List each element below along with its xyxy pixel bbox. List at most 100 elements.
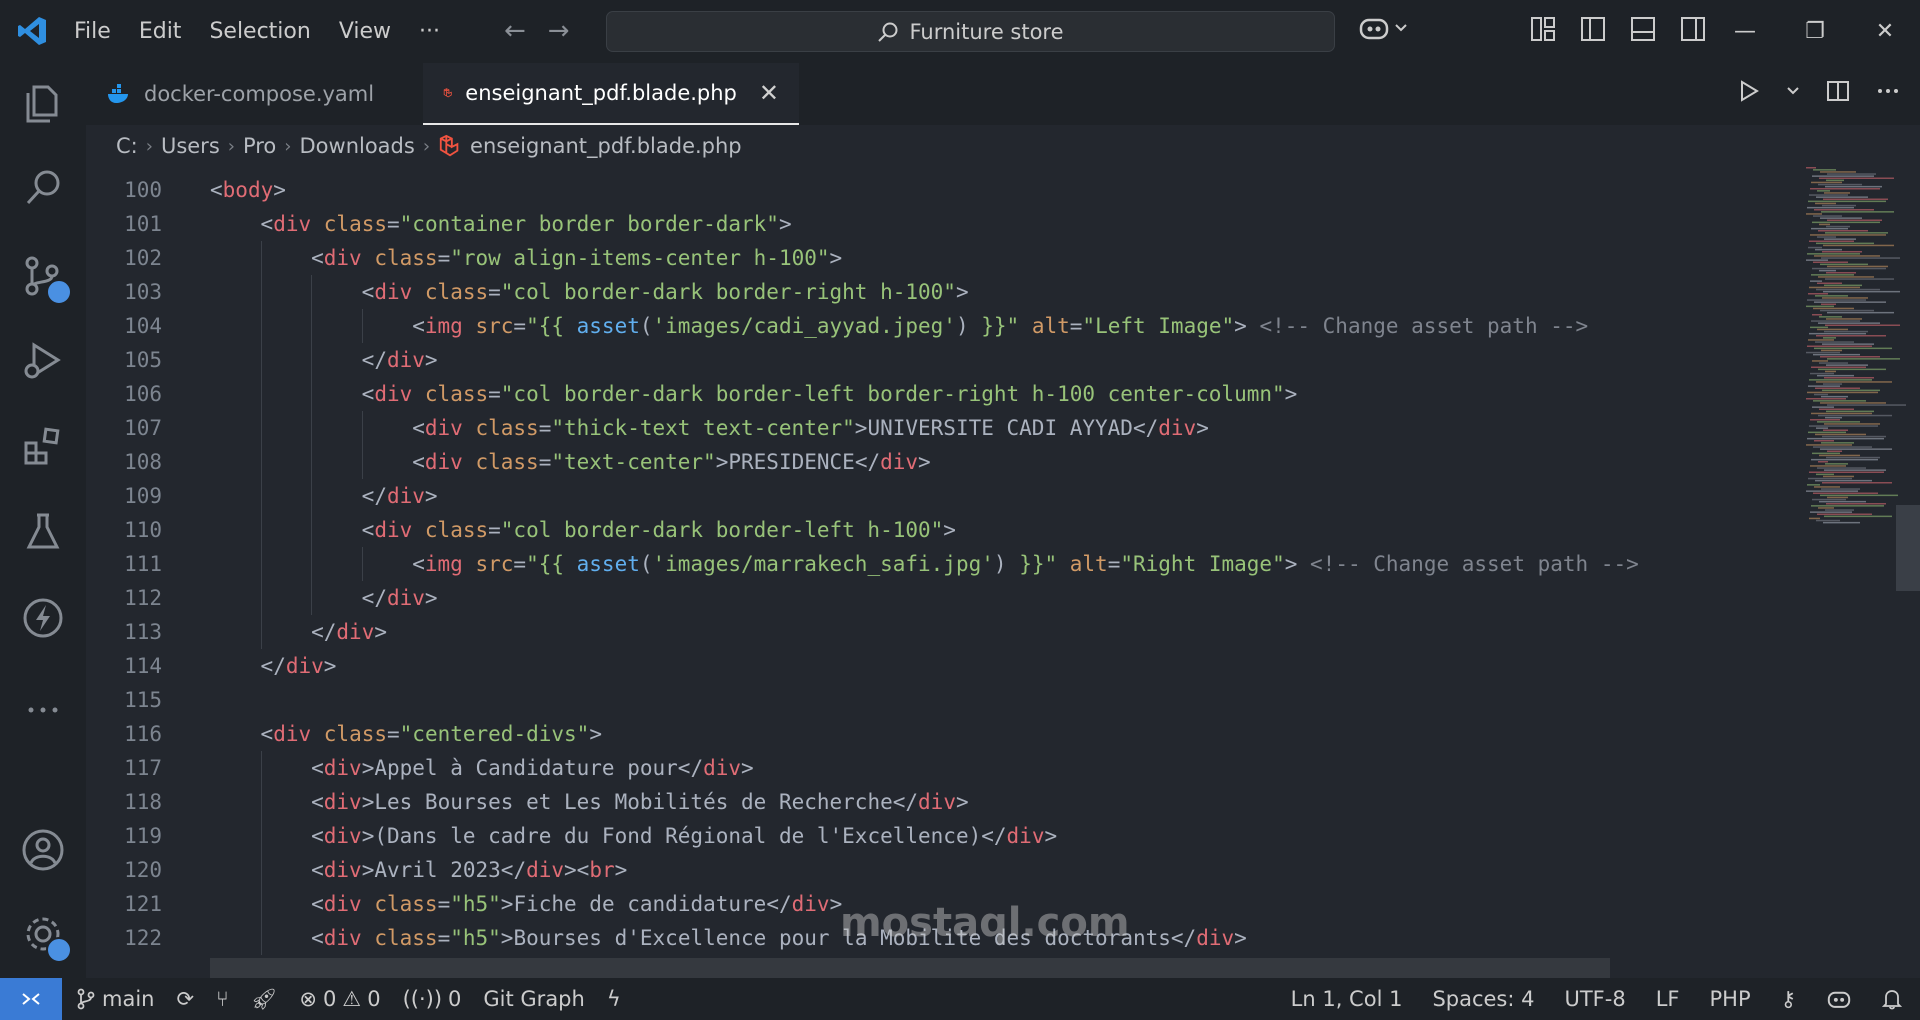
minimize-button[interactable]: — <box>1710 0 1780 63</box>
minimap-line <box>1807 299 1866 301</box>
code-line[interactable]: 112 </div> <box>86 581 1786 615</box>
split-editor-icon[interactable] <box>1826 79 1850 103</box>
code-token: class <box>412 518 489 542</box>
breadcrumb-item[interactable]: Users <box>161 134 220 158</box>
code-token: </ <box>766 892 792 916</box>
code-line[interactable]: 106 <div class="col border-dark border-le… <box>86 377 1786 411</box>
code-token: "h5" <box>450 892 501 916</box>
menu-selection[interactable]: Selection <box>195 19 324 44</box>
code-line[interactable]: 105 </div> <box>86 343 1786 377</box>
menu-edit[interactable]: Edit <box>125 19 196 44</box>
language-mode[interactable]: PHP <box>1709 987 1750 1011</box>
code-line[interactable]: 115 <box>86 683 1786 717</box>
close-icon[interactable]: ✕ <box>759 79 779 107</box>
menu-file[interactable]: File <box>60 19 125 44</box>
code-token: < <box>361 382 375 406</box>
horizontal-scrollbar[interactable] <box>210 958 1610 978</box>
code-line[interactable]: 104 <img src="{{ asset('images/cadi_ayyad… <box>86 309 1786 343</box>
indent-guide <box>260 921 262 955</box>
end-of-line[interactable]: LF <box>1656 987 1680 1011</box>
source-control-graph-icon[interactable]: ⑂ <box>216 987 229 1011</box>
code-line[interactable]: 100 <body> <box>86 173 1786 207</box>
more-views-button[interactable] <box>18 685 68 735</box>
key-icon[interactable]: ⚷ <box>1781 987 1796 1011</box>
line-number: 118 <box>124 790 162 814</box>
code-token: div <box>880 450 919 474</box>
testing-button[interactable] <box>18 507 68 557</box>
remote-indicator-button[interactable] <box>0 978 62 1020</box>
chevron-down-icon[interactable] <box>1786 86 1800 96</box>
code-line[interactable]: 107 <div class="thick-text text-center">U… <box>86 411 1786 445</box>
code-line[interactable]: 113 </div> <box>86 615 1786 649</box>
minimap[interactable] <box>1786 167 1920 978</box>
problems-status[interactable]: ⊗ 0 ⚠ 0 <box>299 987 380 1011</box>
run-debug-button[interactable] <box>18 335 68 385</box>
accounts-button[interactable] <box>18 825 68 875</box>
vertical-scrollbar-thumb[interactable] <box>1896 505 1920 591</box>
vscode-logo-icon[interactable] <box>16 15 48 47</box>
rocket-icon[interactable]: 🚀︎ <box>251 987 278 1012</box>
copilot-icon[interactable] <box>1826 988 1852 1010</box>
toggle-panel-icon[interactable] <box>1630 16 1656 42</box>
menu-more[interactable]: ··· <box>405 19 454 44</box>
sync-icon[interactable]: ⟳ <box>176 987 194 1011</box>
minimap-line <box>1827 404 1906 406</box>
cursor-position[interactable]: Ln 1, Col 1 <box>1291 987 1403 1011</box>
breadcrumb-item[interactable]: Downloads <box>300 134 415 158</box>
code-token: div <box>323 892 362 916</box>
minimap-line <box>1824 377 1874 379</box>
manage-button[interactable] <box>18 909 72 963</box>
indent-guide <box>311 445 313 479</box>
code-line[interactable]: 102 <div class="row align-items-center h-… <box>86 241 1786 275</box>
thunder-client-button[interactable] <box>18 593 68 643</box>
more-actions-icon[interactable] <box>1876 79 1900 103</box>
minimap-line <box>1810 326 1828 329</box>
customize-layout-icon[interactable] <box>1530 16 1556 42</box>
extensions-button[interactable] <box>18 421 68 471</box>
code-line[interactable]: 116 <div class="centered-divs"> <box>86 717 1786 751</box>
minimap-line <box>1821 395 1848 398</box>
search-view-button[interactable] <box>18 163 68 213</box>
tab-docker-compose[interactable]: docker-compose.yaml <box>86 63 423 125</box>
code-line[interactable]: 114 </div> <box>86 649 1786 683</box>
breadcrumb-item[interactable]: enseignant_pdf.blade.php <box>470 134 742 158</box>
code-editor[interactable]: 100 <body> 101 <div class="container border… <box>86 167 1920 978</box>
encoding[interactable]: UTF-8 <box>1564 987 1625 1011</box>
menu-view[interactable]: View <box>325 19 405 44</box>
code-line[interactable]: 120 <div>Avril 2023</div><br> <box>86 853 1786 887</box>
code-token: ) <box>993 552 1007 576</box>
code-line[interactable]: 119 <div>(Dans le cadre du Fond Régional … <box>86 819 1786 853</box>
broadcast-icon: ((·)) <box>402 987 443 1011</box>
code-token: < <box>311 824 324 848</box>
command-center-search[interactable]: Furniture store <box>606 11 1335 52</box>
breadcrumb-item[interactable]: Pro <box>243 134 276 158</box>
source-control-button[interactable] <box>18 251 72 305</box>
back-arrow-icon[interactable]: ← <box>504 16 526 46</box>
run-icon[interactable] <box>1738 79 1760 103</box>
breadcrumb-item[interactable]: C: <box>116 134 138 158</box>
code-line[interactable]: 110 <div class="col border-dark border-le… <box>86 513 1786 547</box>
explorer-button[interactable] <box>18 79 68 129</box>
indentation[interactable]: Spaces: 4 <box>1432 987 1534 1011</box>
code-line[interactable]: 118 <div>Les Bourses et Les Mobilités de … <box>86 785 1786 819</box>
toggle-secondary-sidebar-icon[interactable] <box>1680 16 1706 42</box>
restore-button[interactable]: ❐ <box>1780 0 1850 63</box>
code-line[interactable]: 111 <img src="{{ asset('images/marrakech_… <box>86 547 1786 581</box>
code-text: <div class="col border-dark border-left … <box>362 377 1298 411</box>
git-graph-button[interactable]: Git Graph <box>483 987 584 1011</box>
lightning-icon[interactable]: ϟ <box>607 987 621 1011</box>
minimap-line <box>1822 389 1880 392</box>
branch-status[interactable]: main <box>76 987 154 1011</box>
close-window-button[interactable]: ✕ <box>1850 0 1920 63</box>
code-line[interactable]: 117 <div>Appel à Candidature pour</div> <box>86 751 1786 785</box>
copilot-menu[interactable] <box>1358 14 1408 42</box>
code-line[interactable]: 109 </div> <box>86 479 1786 513</box>
toggle-primary-sidebar-icon[interactable] <box>1580 16 1606 42</box>
tab-enseignant-pdf[interactable]: enseignant_pdf.blade.php ✕ <box>423 63 799 125</box>
ports-status[interactable]: ((·)) 0 <box>403 987 462 1011</box>
forward-arrow-icon[interactable]: → <box>548 16 570 46</box>
bell-icon[interactable] <box>1882 988 1902 1010</box>
code-line[interactable]: 101 <div class="container border border-d… <box>86 207 1786 241</box>
code-line[interactable]: 103 <div class="col border-dark border-ri… <box>86 275 1786 309</box>
code-line[interactable]: 108 <div class="text-center">PRESIDENCE</… <box>86 445 1786 479</box>
